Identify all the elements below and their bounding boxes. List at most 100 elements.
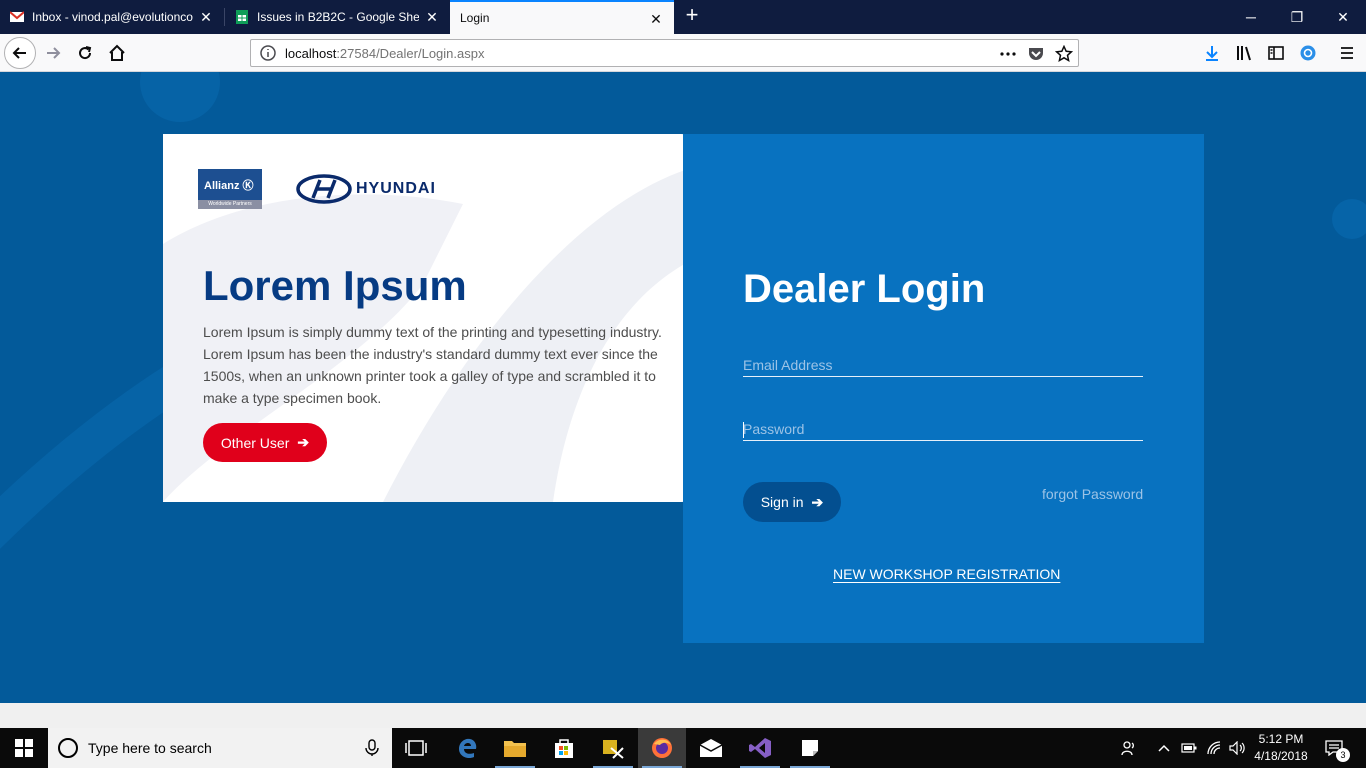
clock-time: 5:12 PM bbox=[1258, 732, 1304, 746]
downloads-button[interactable] bbox=[1197, 38, 1227, 68]
tab-title: Login bbox=[460, 11, 490, 25]
chevron-up-icon bbox=[1158, 744, 1170, 752]
store-icon bbox=[555, 739, 573, 758]
volume-button[interactable] bbox=[1227, 728, 1249, 768]
start-button[interactable] bbox=[0, 728, 48, 768]
network-button[interactable] bbox=[1203, 728, 1225, 768]
allianz-logo: Allianz Ⓚ Worldwide Partners bbox=[198, 169, 262, 209]
hyundai-emblem-icon bbox=[296, 174, 352, 204]
sign-in-label: Sign in bbox=[760, 494, 804, 510]
tab-login[interactable]: Login ✕ bbox=[450, 0, 674, 34]
tab-issues[interactable]: Issues in B2B2C - Google Sheet ✕ bbox=[225, 0, 450, 34]
firefox-icon bbox=[652, 738, 672, 758]
clock-date: 4/18/2018 bbox=[1254, 749, 1308, 763]
search-placeholder: Type here to search bbox=[88, 740, 212, 756]
notification-count-badge: 3 bbox=[1336, 748, 1350, 762]
page-bottom-strip bbox=[0, 703, 1366, 728]
library-icon bbox=[1237, 46, 1251, 61]
allianz-tagline: Worldwide Partners bbox=[198, 200, 262, 209]
wifi-icon bbox=[1207, 741, 1221, 755]
tools-taskbar-button[interactable] bbox=[589, 728, 637, 768]
tab-inbox[interactable]: Inbox - vinod.pal@evolutionco ✕ bbox=[0, 0, 224, 34]
login-page: Allianz Ⓚ Worldwide Partners HYUNDAI Lor… bbox=[0, 72, 1366, 703]
folder-icon bbox=[504, 741, 526, 757]
password-placeholder: Password bbox=[743, 421, 805, 437]
intro-card: Allianz Ⓚ Worldwide Partners HYUNDAI Lor… bbox=[163, 134, 705, 502]
mail-icon bbox=[699, 739, 723, 757]
forgot-password-link[interactable]: forgot Password bbox=[1042, 486, 1143, 502]
firefox-taskbar-button[interactable] bbox=[638, 728, 686, 768]
arrow-right-icon: ➔ bbox=[297, 434, 310, 450]
close-window-icon[interactable]: ✕ bbox=[1320, 0, 1366, 34]
home-button[interactable] bbox=[102, 38, 132, 68]
sheets-icon bbox=[236, 10, 248, 24]
taskbar-clock[interactable]: 5:12 PM 4/18/2018 bbox=[1248, 731, 1314, 765]
speaker-icon bbox=[1229, 741, 1245, 755]
email-field[interactable]: Email Address bbox=[743, 353, 1143, 377]
intro-title: Lorem Ipsum bbox=[203, 262, 467, 309]
more-actions-icon[interactable] bbox=[999, 45, 1017, 63]
new-workshop-registration-link[interactable]: NEW WORKSHOP REGISTRATION bbox=[833, 566, 1060, 582]
hyundai-logo: HYUNDAI bbox=[296, 174, 436, 204]
windows-logo-icon bbox=[15, 739, 33, 757]
info-icon[interactable] bbox=[260, 45, 276, 61]
other-user-label: Other User bbox=[220, 434, 290, 451]
back-button[interactable] bbox=[4, 37, 36, 69]
url-path: :27584/Dealer/Login.aspx bbox=[336, 45, 485, 61]
extension-icon bbox=[1300, 45, 1316, 61]
forward-button[interactable] bbox=[38, 38, 68, 68]
close-tab-icon[interactable]: ✕ bbox=[648, 11, 664, 27]
intro-description: Lorem Ipsum is simply dummy text of the … bbox=[203, 324, 662, 406]
sticky-notes-taskbar-button[interactable] bbox=[786, 728, 834, 768]
close-tab-icon[interactable]: ✕ bbox=[424, 9, 440, 25]
mail-taskbar-button[interactable] bbox=[687, 728, 735, 768]
battery-icon bbox=[1181, 743, 1197, 753]
email-placeholder: Email Address bbox=[743, 357, 833, 373]
sign-in-button[interactable]: Sign in ➔ bbox=[743, 482, 841, 522]
browser-navbar: localhost:27584/Dealer/Login.aspx bbox=[0, 34, 1366, 72]
task-view-icon bbox=[405, 740, 427, 756]
edge-taskbar-button[interactable] bbox=[443, 728, 491, 768]
home-icon bbox=[109, 44, 125, 61]
hyundai-wordmark: HYUNDAI bbox=[356, 180, 436, 197]
hamburger-menu-icon bbox=[1341, 47, 1353, 59]
extension-button[interactable] bbox=[1293, 38, 1323, 68]
file-explorer-taskbar-button[interactable] bbox=[491, 728, 539, 768]
library-button[interactable] bbox=[1229, 38, 1259, 68]
battery-button[interactable] bbox=[1178, 728, 1200, 768]
tab-title: Inbox - vinod.pal@evolutionco bbox=[32, 10, 193, 24]
sticky-notes-icon bbox=[802, 740, 818, 756]
people-button[interactable] bbox=[1116, 728, 1142, 768]
visual-studio-taskbar-button[interactable] bbox=[736, 728, 784, 768]
sidebar-button[interactable] bbox=[1261, 38, 1291, 68]
reload-button[interactable] bbox=[70, 38, 100, 68]
minimize-icon[interactable]: ─ bbox=[1228, 0, 1274, 34]
bookmark-star-icon[interactable] bbox=[1055, 45, 1073, 63]
address-bar[interactable]: localhost:27584/Dealer/Login.aspx bbox=[250, 39, 1079, 67]
task-view-button[interactable] bbox=[392, 728, 440, 768]
partner-logos: Allianz Ⓚ Worldwide Partners HYUNDAI bbox=[198, 169, 436, 209]
pocket-icon[interactable] bbox=[1027, 45, 1045, 63]
login-title: Dealer Login bbox=[743, 267, 986, 311]
store-taskbar-button[interactable] bbox=[540, 728, 588, 768]
back-arrow-icon bbox=[12, 47, 26, 59]
other-user-button[interactable]: Other User ➔ bbox=[203, 423, 327, 462]
gmail-icon bbox=[10, 11, 24, 22]
arrow-right-icon: ➔ bbox=[811, 493, 824, 510]
sidebar-icon bbox=[1268, 46, 1284, 60]
password-field[interactable]: Password bbox=[743, 417, 1143, 441]
new-tab-plus-icon[interactable]: + bbox=[680, 4, 704, 28]
tools-icon bbox=[603, 740, 624, 759]
login-panel: Dealer Login Email Address Password Sign… bbox=[683, 134, 1204, 643]
restore-icon[interactable]: ❐ bbox=[1274, 0, 1320, 34]
show-hidden-icons-button[interactable] bbox=[1153, 728, 1175, 768]
close-tab-icon[interactable]: ✕ bbox=[198, 9, 214, 25]
taskbar-search-box[interactable]: Type here to search bbox=[48, 728, 392, 768]
visual-studio-icon bbox=[749, 738, 771, 758]
people-icon bbox=[1121, 741, 1134, 756]
menu-button[interactable] bbox=[1332, 38, 1362, 68]
microphone-icon[interactable] bbox=[364, 739, 380, 757]
tab-title: Issues in B2B2C - Google Sheet bbox=[257, 10, 419, 24]
url-text: localhost:27584/Dealer/Login.aspx bbox=[285, 46, 484, 61]
url-host: localhost bbox=[285, 45, 337, 61]
